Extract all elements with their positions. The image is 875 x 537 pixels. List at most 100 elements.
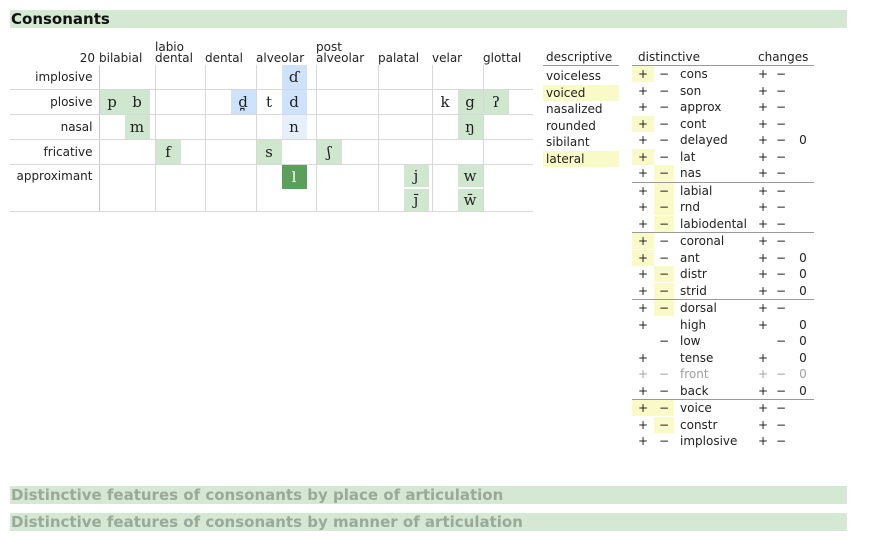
feature-plus[interactable]: + (632, 233, 654, 249)
feature-row-approx[interactable]: + − approx + − (632, 99, 814, 116)
feature-plus[interactable]: + (632, 83, 654, 99)
feature-minus[interactable]: − (654, 116, 674, 132)
feature-plus[interactable]: + (632, 417, 654, 433)
change-minus[interactable]: − (774, 266, 788, 282)
phoneme-s[interactable]: s (256, 140, 282, 164)
phoneme-w-bar[interactable]: w̄ (457, 189, 483, 211)
change-minus[interactable]: − (774, 83, 788, 99)
feature-minus[interactable]: − (654, 83, 674, 99)
phoneme-l-selected[interactable]: l (281, 165, 307, 189)
feature-row-labiodental[interactable]: + − labiodental + − (632, 215, 814, 233)
desc-item-voiceless[interactable]: voiceless (543, 68, 619, 85)
feature-plus[interactable]: + (632, 383, 654, 399)
desc-item-voiced[interactable]: voiced (543, 84, 619, 101)
feature-row-back[interactable]: + − back + −0 (632, 383, 814, 400)
feature-row-delayed[interactable]: + − delayed + −0 (632, 132, 814, 149)
feature-plus[interactable]: + (632, 283, 654, 299)
desc-item-sibilant[interactable]: sibilant (543, 134, 619, 151)
feature-plus[interactable]: + (632, 199, 654, 215)
change-zero[interactable]: 0 (796, 333, 810, 349)
change-plus[interactable]: + (756, 132, 770, 148)
change-plus[interactable]: + (756, 149, 770, 165)
feature-row-labial[interactable]: + − labial + − (632, 181, 814, 200)
change-minus[interactable]: − (774, 400, 788, 416)
change-zero[interactable]: 0 (796, 132, 810, 148)
feature-plus[interactable]: + (632, 165, 654, 181)
feature-row-low[interactable]: − low −0 (632, 333, 814, 350)
phoneme-b[interactable]: b (124, 90, 150, 114)
feature-row-lat[interactable]: + − lat + − (632, 148, 814, 166)
phoneme-eng[interactable]: ŋ (457, 115, 483, 139)
phoneme-f[interactable]: f (155, 140, 181, 164)
feature-minus[interactable]: − (654, 433, 674, 449)
phoneme-t[interactable]: t (257, 90, 282, 114)
desc-item-lateral[interactable]: lateral (543, 150, 619, 167)
change-plus[interactable]: + (756, 199, 770, 215)
feature-plus[interactable]: + (632, 148, 654, 165)
phoneme-m[interactable]: m (124, 115, 150, 139)
feature-minus[interactable]: − (654, 250, 674, 266)
feature-minus[interactable]: − (654, 132, 674, 148)
phoneme-p[interactable]: p (99, 90, 125, 114)
change-minus[interactable]: − (774, 283, 788, 299)
change-minus[interactable]: − (774, 417, 788, 433)
section-place-of-articulation[interactable]: Distinctive features of consonants by pl… (10, 486, 847, 504)
feature-minus[interactable]: − (654, 400, 674, 416)
feature-plus[interactable]: + (632, 216, 654, 232)
feature-plus[interactable]: + (632, 132, 654, 148)
change-plus[interactable]: + (756, 383, 770, 399)
feature-minus[interactable]: − (654, 383, 674, 399)
feature-minus[interactable]: − (654, 149, 674, 165)
feature-minus[interactable]: − (654, 66, 674, 82)
change-plus[interactable]: + (756, 165, 770, 181)
desc-item-rounded[interactable]: rounded (543, 118, 619, 135)
feature-row-tense[interactable]: + tense +0 (632, 350, 814, 367)
feature-minus[interactable]: − (654, 266, 674, 282)
phoneme-esh[interactable]: ʃ (316, 140, 342, 164)
feature-plus[interactable]: + (632, 366, 654, 382)
change-zero[interactable]: 0 (796, 250, 810, 266)
feature-minus[interactable]: − (654, 199, 674, 215)
phoneme-g[interactable]: g (457, 90, 483, 114)
change-zero[interactable]: 0 (796, 283, 810, 299)
change-plus[interactable]: + (756, 233, 770, 249)
phoneme-glottal-stop[interactable]: ʔ (483, 90, 509, 114)
feature-minus[interactable]: − (654, 99, 674, 115)
change-minus[interactable]: − (774, 116, 788, 132)
feature-plus[interactable]: + (632, 66, 654, 82)
desc-item-nasalized[interactable]: nasalized (543, 101, 619, 118)
feature-row-rnd[interactable]: + − rnd + − (632, 199, 814, 216)
feature-row-nas[interactable]: + − nas + − (632, 165, 814, 182)
feature-row-coronal[interactable]: + − coronal + − (632, 232, 814, 250)
change-plus[interactable]: + (756, 250, 770, 266)
phoneme-dental-d[interactable]: d̪ (230, 90, 256, 114)
feature-row-cons[interactable]: + − cons + − (632, 66, 814, 83)
change-plus[interactable]: + (756, 66, 770, 82)
change-plus[interactable]: + (756, 433, 770, 449)
feature-plus[interactable]: + (632, 266, 654, 282)
feature-minus[interactable]: − (654, 333, 674, 349)
feature-row-front[interactable]: + − front + −0 (632, 366, 814, 383)
change-plus[interactable]: + (756, 283, 770, 299)
change-minus[interactable]: − (774, 216, 788, 232)
feature-row-dorsal[interactable]: + − dorsal + − (632, 299, 814, 317)
feature-row-son[interactable]: + − son + − (632, 83, 814, 100)
change-minus[interactable]: − (774, 433, 788, 449)
feature-plus[interactable]: + (632, 350, 654, 366)
phoneme-j-bar[interactable]: j̄ (403, 189, 429, 211)
feature-minus[interactable]: − (654, 416, 674, 433)
change-plus[interactable]: + (756, 350, 770, 366)
change-minus[interactable]: − (774, 99, 788, 115)
change-minus[interactable]: − (774, 250, 788, 266)
feature-minus[interactable]: − (654, 282, 674, 299)
change-plus[interactable]: + (756, 400, 770, 416)
feature-plus[interactable]: + (632, 317, 654, 333)
change-minus[interactable]: − (774, 300, 788, 316)
change-minus[interactable]: − (774, 366, 788, 382)
change-minus[interactable]: − (774, 66, 788, 82)
feature-minus[interactable]: − (654, 233, 674, 249)
feature-minus[interactable]: − (654, 182, 674, 199)
change-plus[interactable]: + (756, 317, 770, 333)
phoneme-w[interactable]: w (457, 165, 483, 187)
change-minus[interactable]: − (774, 333, 788, 349)
